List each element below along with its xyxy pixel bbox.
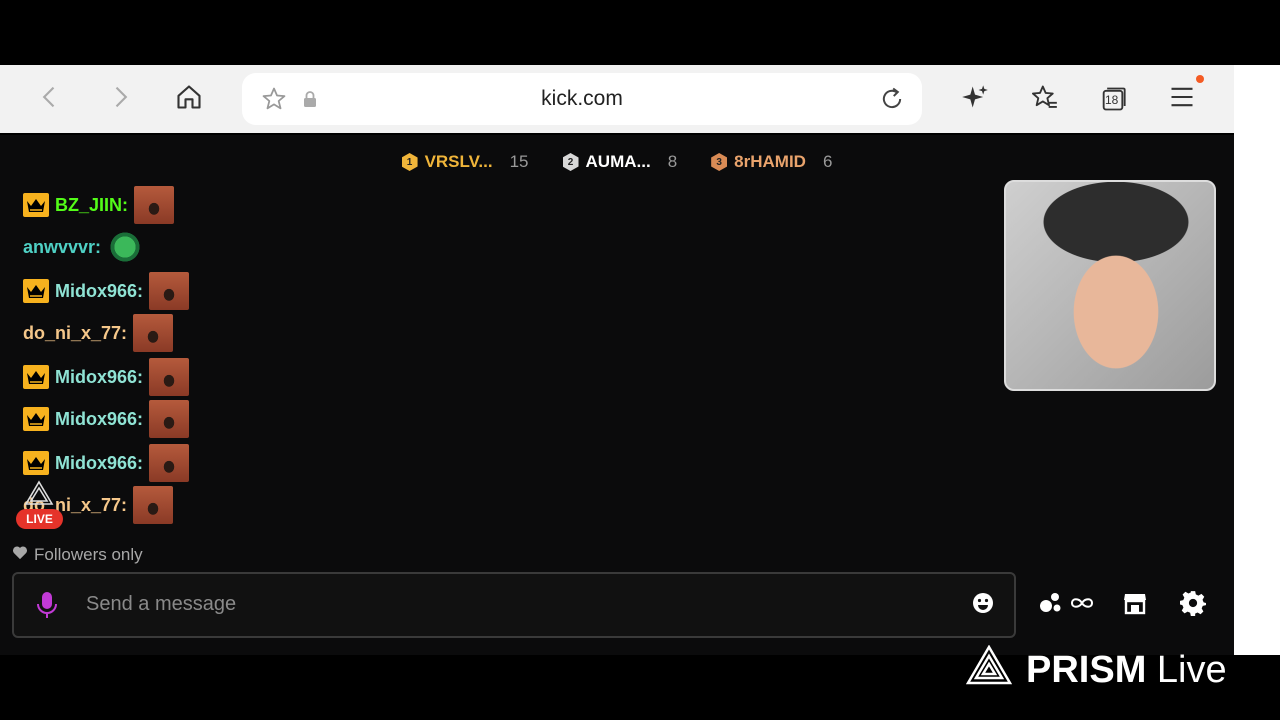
tabs-button[interactable]: 18	[1095, 81, 1131, 117]
chat-message[interactable]: Midox966:	[23, 443, 190, 483]
prism-triangle-icon	[965, 644, 1013, 695]
back-button[interactable]	[32, 81, 68, 117]
leaderboard-entry[interactable]: 3 8rHAMID 6	[711, 152, 832, 172]
face-emote-icon	[133, 486, 174, 524]
tab-count: 18	[1105, 93, 1119, 107]
chat-message[interactable]: BZ_JIIN:	[23, 185, 175, 225]
crown-badge-icon	[23, 407, 49, 431]
leaderboard-name: 8rHAMID	[734, 152, 806, 171]
bookmarks-button[interactable]	[1026, 81, 1062, 117]
leaderboard-name: AUMA...	[585, 152, 651, 171]
chat-username[interactable]: Midox966:	[55, 367, 143, 388]
reload-icon[interactable]	[878, 85, 906, 118]
gift-leaderboard: 1 VRSLV... 15 2 AUMA... 8 3 8rHAMID 6	[0, 152, 1234, 172]
star-list-icon	[1030, 83, 1058, 116]
right-edge-strip	[1234, 65, 1280, 655]
channel-points-button[interactable]	[1038, 590, 1096, 621]
hamburger-menu-icon	[1168, 83, 1196, 116]
leaderboard-count: 15	[509, 152, 529, 171]
chat-mode-label: Followers only	[34, 545, 143, 564]
chat-message[interactable]: anwvvvr:	[23, 227, 144, 267]
chat-mode-indicator: Followers only	[12, 545, 143, 565]
prism-brand: PRISM	[1026, 648, 1147, 691]
chat-message[interactable]: Midox966:	[23, 357, 190, 397]
prism-live-watermark: PRISM Live	[965, 644, 1227, 695]
home-icon	[175, 83, 203, 116]
microphone-icon[interactable]	[36, 590, 58, 625]
home-button[interactable]	[171, 81, 207, 117]
crown-badge-icon	[23, 279, 49, 303]
store-icon	[1122, 590, 1148, 621]
leaderboard-count: 8	[667, 152, 678, 171]
chat-username[interactable]: Midox966:	[55, 453, 143, 474]
message-input[interactable]: Send a message	[12, 572, 1016, 638]
message-placeholder: Send a message	[86, 593, 237, 615]
forward-button[interactable]	[102, 81, 138, 117]
face-emote-icon	[149, 358, 190, 396]
live-badge: LIVE	[16, 509, 63, 529]
chat-username[interactable]: do_ni_x_77:	[23, 323, 127, 344]
rank-badge-icon: 1	[401, 153, 418, 171]
store-button[interactable]	[1122, 590, 1148, 621]
address-bar[interactable]: kick.com	[242, 73, 922, 125]
rank-badge-icon: 3	[711, 153, 728, 171]
rank-badge-icon: 2	[562, 153, 579, 171]
ai-sparkle-button[interactable]	[957, 81, 993, 117]
crown-badge-icon	[23, 193, 49, 217]
heart-icon	[12, 545, 28, 565]
chat-username[interactable]: Midox966:	[55, 281, 143, 302]
leaderboard-entry[interactable]: 2 AUMA... 8	[562, 152, 678, 172]
chat-username[interactable]: BZ_JIIN:	[55, 195, 128, 216]
chat-message[interactable]: Midox966:	[23, 271, 190, 311]
chat-panel: 1 VRSLV... 15 2 AUMA... 8 3 8rHAMID 6 BZ_JIIN:an…	[0, 135, 1234, 655]
webcam-overlay	[1004, 180, 1216, 391]
emoji-icon[interactable]	[972, 592, 994, 619]
crown-badge-icon	[23, 451, 49, 475]
url-text[interactable]: kick.com	[242, 87, 922, 111]
menu-button[interactable]	[1164, 81, 1200, 117]
leaderboard-name: VRSLV...	[424, 152, 493, 171]
chat-username[interactable]: anwvvvr:	[23, 237, 101, 258]
gear-icon	[1180, 590, 1206, 621]
chevron-left-icon	[36, 83, 64, 116]
chat-message[interactable]: do_ni_x_77:	[23, 313, 174, 353]
tabs-icon: 18	[1099, 85, 1127, 113]
face-emote-icon	[134, 186, 175, 224]
sparkle-icon	[961, 83, 989, 116]
leaderboard-entry[interactable]: 1 VRSLV... 15	[401, 152, 529, 172]
face-emote-icon	[149, 444, 190, 482]
prism-live-word: Live	[1156, 648, 1227, 691]
notification-dot	[1196, 75, 1204, 83]
leaderboard-count: 6	[822, 152, 833, 171]
chat-message[interactable]: Midox966:	[23, 399, 190, 439]
face-emote-icon	[133, 314, 174, 352]
chat-username[interactable]: Midox966:	[55, 409, 143, 430]
crown-badge-icon	[23, 365, 49, 389]
settings-button[interactable]	[1180, 590, 1206, 621]
face-emote-icon	[149, 272, 190, 310]
prism-logo-icon	[24, 480, 54, 511]
points-dots-icon	[1038, 590, 1096, 621]
pepe-emote-icon	[107, 228, 144, 266]
browser-toolbar: kick.com 18	[0, 65, 1234, 133]
chevron-right-icon	[106, 83, 134, 116]
face-emote-icon	[149, 400, 190, 438]
